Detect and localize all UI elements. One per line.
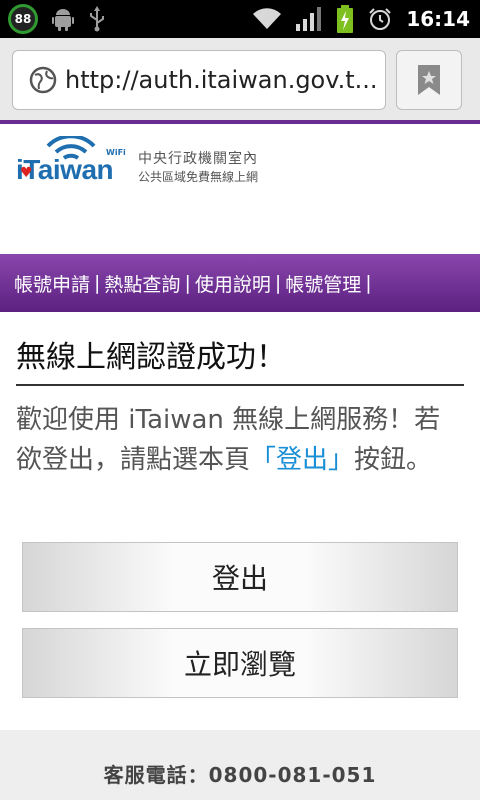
logo-wifi-label: WiFi (106, 148, 126, 157)
footer: 客服電話：0800-081-051 (0, 730, 480, 800)
nav-item-account-management[interactable]: 帳號管理 (285, 270, 361, 297)
bookmark-button[interactable] (396, 50, 462, 110)
page-title: 無線上網認證成功！ (16, 340, 286, 375)
customer-service-phone: 客服電話：0800-081-051 (103, 762, 377, 787)
android-icon (52, 9, 74, 31)
status-bar: 88 16:14 (0, 0, 480, 38)
status-bar-right: 16:14 (252, 4, 470, 34)
nav-separator: | (184, 272, 191, 294)
nav-item-account-apply[interactable]: 帳號申請 (14, 270, 90, 297)
nav-item-instructions[interactable]: 使用說明 (195, 270, 271, 297)
itaiwan-logo: iTaiwan ♥ WiFi 中央行政機關室內 公共區域免費無線上網 (14, 136, 294, 196)
url-text: http://auth.itaiwan.gov.t... (65, 66, 378, 94)
nav-links: 帳號申請 | 熱點查詢 | 使用說明 | 帳號管理 | (14, 270, 376, 297)
alarm-icon (369, 8, 392, 30)
usb-icon (90, 6, 104, 32)
notification-count-badge: 88 (8, 4, 38, 34)
url-field[interactable]: http://auth.itaiwan.gov.t... (12, 50, 386, 110)
globe-icon (29, 66, 57, 94)
bookmark-icon (418, 65, 440, 95)
wifi-icon (253, 8, 282, 30)
nav-separator: | (94, 272, 101, 294)
browse-now-button-label: 立即瀏覽 (183, 648, 296, 681)
clock: 16:14 (406, 7, 470, 31)
logo-tagline-line2: 公共區域免費無線上網 (138, 170, 259, 184)
nav-item-hotspot-search[interactable]: 熱點查詢 (104, 270, 180, 297)
browse-now-button[interactable]: 立即瀏覽 (22, 628, 458, 698)
logout-button-label: 登出 (211, 562, 268, 595)
logo-tagline-line1: 中央行政機關室內 (138, 151, 258, 167)
status-bar-left: 88 (8, 4, 106, 34)
logout-link[interactable]: 「登出」 (250, 445, 354, 475)
heart-icon: ♥ (20, 165, 33, 181)
browser-toolbar: http://auth.itaiwan.gov.t... (0, 38, 480, 124)
nav-separator: | (365, 272, 372, 294)
title-divider (16, 384, 464, 386)
logout-button[interactable]: 登出 (22, 542, 458, 612)
battery-charging-icon (337, 5, 354, 33)
nav-bar: 帳號申請 | 熱點查詢 | 使用說明 | 帳號管理 | (0, 254, 480, 312)
signal-icon (296, 7, 322, 31)
logo-word-taiwan: Taiwan (23, 154, 114, 185)
notification-count: 88 (14, 12, 32, 26)
welcome-message: 歡迎使用 iTaiwan 無線上網服務！若欲登出，請點選本頁「登出」按鈕。 (16, 400, 466, 480)
welcome-message-suffix: 按鈕。 (354, 445, 433, 475)
nav-separator: | (274, 272, 282, 294)
